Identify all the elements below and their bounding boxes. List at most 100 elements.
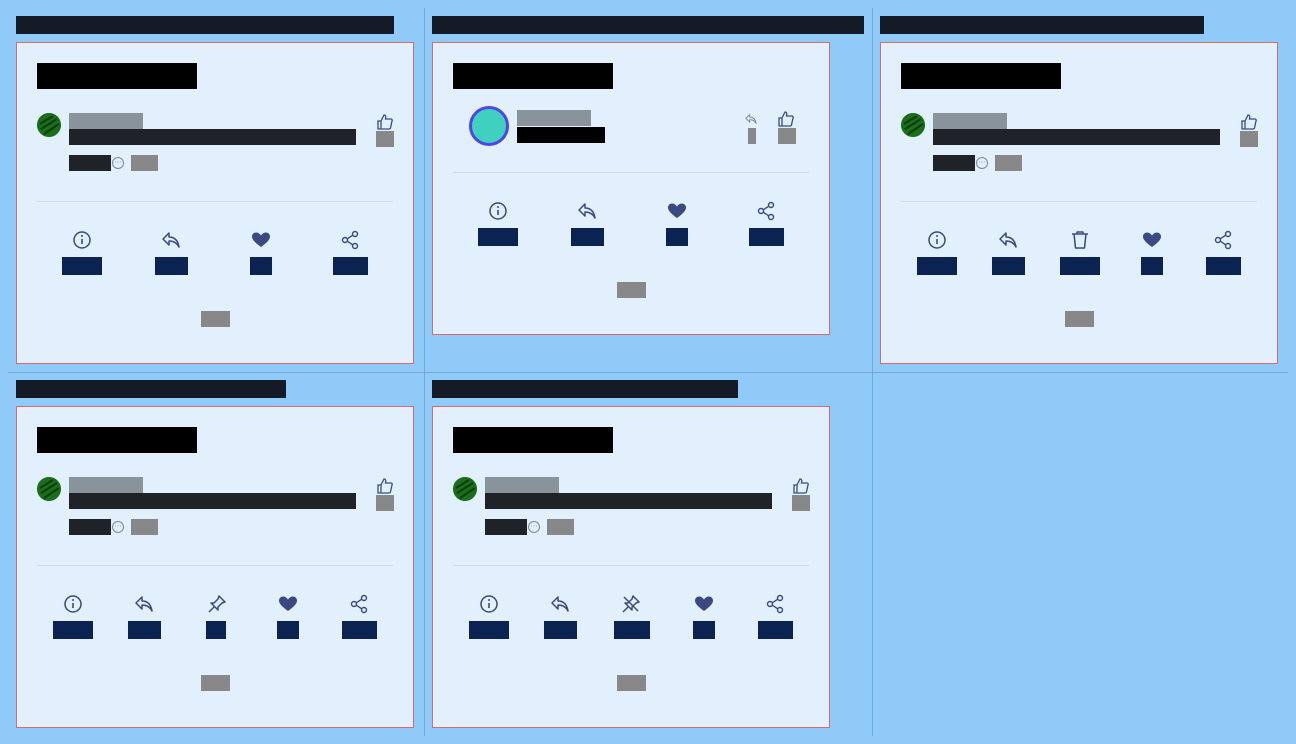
like-label [250,257,272,275]
like-count [1240,131,1258,147]
card-title [453,63,613,89]
reply-icon [551,596,569,612]
more-button[interactable] [1065,311,1094,327]
info-icon [928,231,946,249]
heart-icon [695,596,713,611]
more-options-icon[interactable]: ··· [112,157,124,169]
comment-text [485,493,772,509]
card-divider [37,201,393,202]
comment-text [69,129,356,145]
like-label [666,228,688,246]
unpin-label [614,621,650,639]
thumbs-up-icon[interactable] [376,113,394,131]
reply-label [992,257,1025,275]
edited-label [547,519,574,535]
thumbs-up-icon[interactable] [1240,113,1258,131]
comment-author[interactable] [69,113,143,129]
edited-label [131,519,158,535]
user-avatar[interactable] [37,113,61,137]
comment-text [933,129,1220,145]
reply-icon [162,232,180,248]
info-label [469,621,509,639]
edited-label [995,155,1022,171]
info-icon [489,202,507,220]
unpin-icon [622,595,640,613]
card-title [37,63,197,89]
heart-icon [668,203,686,218]
user-avatar[interactable] [469,106,509,146]
share-icon [1214,230,1232,250]
reply-icon [999,232,1017,248]
comment-card: ··· [432,406,830,728]
comment-date [69,155,111,171]
more-button[interactable] [201,311,230,327]
more-button[interactable] [201,675,230,691]
delete-label [1060,257,1100,275]
reply-label [128,621,161,639]
story-title [432,16,864,34]
info-icon [480,595,498,613]
like-count [778,128,796,144]
thumbs-up-icon[interactable] [777,110,795,128]
story-title [880,16,1204,34]
like-count [376,495,394,511]
comment-author[interactable] [69,477,143,493]
more-options-icon[interactable]: ··· [528,521,540,533]
comment-author[interactable] [485,477,559,493]
user-avatar[interactable] [453,477,477,501]
more-button[interactable] [617,675,646,691]
more-options-icon[interactable]: ··· [112,521,124,533]
info-label [917,257,957,275]
reply-label [544,621,577,639]
more-button[interactable] [617,282,646,298]
share-label [342,621,377,639]
story-title [16,16,394,34]
thumbs-up-icon[interactable] [792,477,810,495]
heart-icon [279,596,297,611]
comment-date [485,519,527,535]
comment-date [933,155,975,171]
user-avatar[interactable] [37,477,61,501]
comment-text [69,493,356,509]
card-divider [453,565,809,566]
info-icon [73,231,91,249]
trash-icon [1072,231,1088,249]
comment-text [517,127,605,143]
comment-card: ··· [880,42,1278,364]
comment-card [432,42,830,335]
grid-divider [8,372,1288,373]
like-label [277,621,299,639]
card-divider [453,172,809,173]
comment-author[interactable] [933,113,1007,129]
like-count [792,495,810,511]
comment-author[interactable] [517,110,591,126]
heart-icon [252,232,270,247]
comment-date [69,519,111,535]
story-title [16,380,286,398]
like-count [376,131,394,147]
like-label [693,621,715,639]
thumbs-up-icon[interactable] [376,477,394,495]
share-icon [766,594,784,614]
reply-label [155,257,188,275]
comment-card: ··· [16,42,414,364]
share-label [749,228,784,246]
more-options-icon[interactable]: ··· [976,157,988,169]
info-label [478,228,518,246]
reply-count [748,128,756,144]
user-avatar[interactable] [901,113,925,137]
edited-label [131,155,158,171]
share-icon [350,594,368,614]
share-icon [341,230,359,250]
pin-icon [208,595,226,613]
share-icon [757,201,775,221]
info-icon [64,595,82,613]
reply-label [571,228,604,246]
comment-card: ··· [16,406,414,728]
like-label [1141,257,1163,275]
share-label [1206,257,1241,275]
reply-icon[interactable] [743,112,759,126]
share-label [758,621,793,639]
card-divider [901,201,1257,202]
heart-icon [1143,232,1161,247]
